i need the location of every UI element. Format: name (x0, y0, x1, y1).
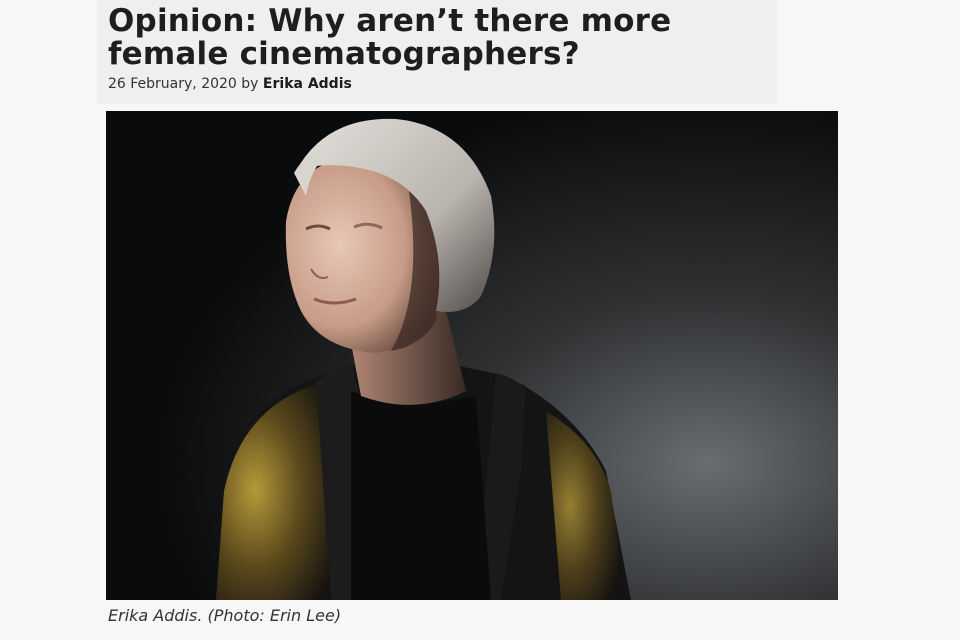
author-link[interactable]: Erika Addis (263, 76, 352, 92)
hero-photo (106, 111, 838, 600)
article-byline: 26 February, 2020 by Erika Addis (108, 76, 352, 92)
article-title: Opinion: Why aren’t there more female ci… (108, 3, 672, 72)
photo-caption: Erika Addis. (Photo: Erin Lee) (108, 606, 342, 625)
portrait-illustration (106, 111, 838, 600)
publish-date: 26 February, 2020 (108, 76, 237, 92)
byline-by: by (241, 76, 259, 92)
